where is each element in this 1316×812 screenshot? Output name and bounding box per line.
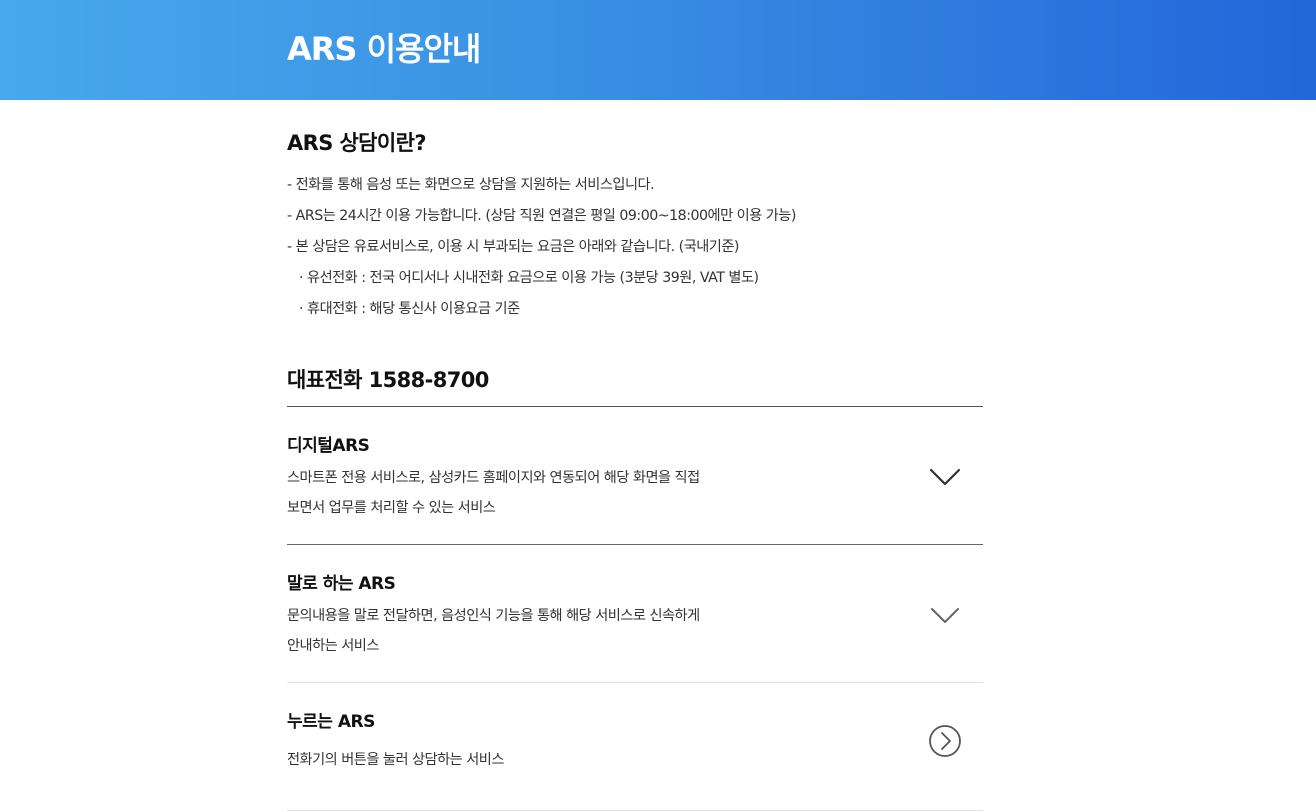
intro-line: - 전화를 통해 음성 또는 화면으로 상담을 지원하는 서비스입니다.: [287, 177, 655, 193]
accordion-item-description: 전화기의 버튼을 눌러 상담하는 서비스: [287, 745, 807, 775]
accordion-item-description: 문의내용을 말로 전달하면, 음성인식 기능을 통해 해당 서비스로 신속하게 …: [287, 601, 807, 661]
page-title: ARS 이용안내: [287, 30, 481, 68]
intro-description-list: - 전화를 통해 음성 또는 화면으로 상담을 지원하는 서비스입니다. - A…: [287, 170, 983, 325]
intro-line: - ARS는 24시간 이용 가능합니다. (상담 직원 연결은 평일 09:0…: [287, 208, 796, 224]
accordion-item-title: 누르는 ARS: [287, 712, 375, 732]
accordion-item-description: 스마트폰 전용 서비스로, 삼성카드 홈페이지와 연동되어 해당 화면을 직접 …: [287, 463, 807, 523]
description-line: 보면서 업무를 처리할 수 있는 서비스: [287, 500, 496, 516]
description-line: 안내하는 서비스: [287, 638, 379, 654]
accordion-item-voice-ars[interactable]: 말로 하는 ARS 문의내용을 말로 전달하면, 음성인식 기능을 통해 해당 …: [287, 545, 983, 683]
intro-subline-landline: · 유선전화 : 전국 어디서나 시내전화 요금으로 이용 가능 (3분당 39…: [299, 270, 759, 286]
accordion-item-title: 말로 하는 ARS: [287, 574, 396, 594]
chevron-down-icon[interactable]: [925, 595, 965, 635]
intro-line: - 본 상담은 유료서비스로, 이용 시 부과되는 요금은 아래와 같습니다. …: [287, 239, 739, 255]
description-line: 문의내용을 말로 전달하면, 음성인식 기능을 통해 해당 서비스로 신속하게: [287, 608, 700, 624]
circle-chevron-right-icon[interactable]: [925, 721, 965, 761]
accordion-item-digital-ars[interactable]: 디지털ARS 스마트폰 전용 서비스로, 삼성카드 홈페이지와 연동되어 해당 …: [287, 407, 983, 545]
intro-subline-mobile: · 휴대전화 : 해당 통신사 이용요금 기준: [299, 301, 520, 317]
main-phone-title: 대표전화 1588-8700: [287, 368, 489, 392]
intro-title: ARS 상담이란?: [287, 131, 427, 155]
page-header: ARS 이용안내: [0, 0, 1316, 100]
accordion-item-title: 디지털ARS: [287, 436, 370, 456]
accordion-item-keypad-ars[interactable]: 누르는 ARS 전화기의 버튼을 눌러 상담하는 서비스: [287, 683, 983, 811]
description-line: 스마트폰 전용 서비스로, 삼성카드 홈페이지와 연동되어 해당 화면을 직접: [287, 470, 700, 486]
service-accordion: 디지털ARS 스마트폰 전용 서비스로, 삼성카드 홈페이지와 연동되어 해당 …: [287, 406, 983, 811]
chevron-down-icon[interactable]: [925, 457, 965, 497]
description-line: 전화기의 버튼을 눌러 상담하는 서비스: [287, 752, 504, 768]
